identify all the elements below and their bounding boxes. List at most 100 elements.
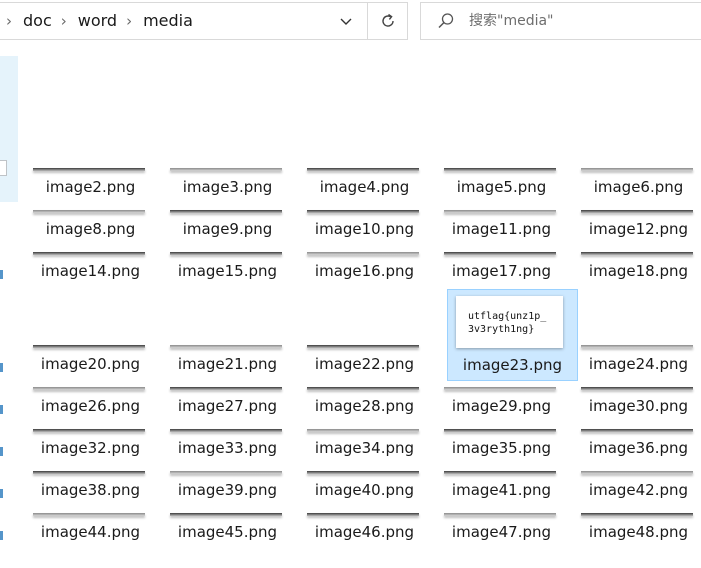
search-input[interactable]	[469, 3, 699, 39]
file-name: image26.png	[40, 397, 141, 415]
file-thumbnail	[444, 210, 556, 213]
file-item[interactable]: image33.png	[162, 425, 293, 465]
file-item[interactable]: image45.png	[162, 509, 293, 549]
file-name: image10.png	[314, 220, 415, 238]
file-name: image44.png	[40, 523, 141, 541]
file-item[interactable]: image21.png	[162, 289, 293, 381]
file-name: image17.png	[451, 262, 552, 280]
file-thumbnail	[33, 252, 145, 255]
file-item-partial[interactable]	[0, 489, 3, 498]
file-item[interactable]: image32.png	[25, 425, 156, 465]
file-item[interactable]: image16.png	[299, 248, 430, 288]
file-item[interactable]: image20.png	[25, 289, 156, 381]
file-list[interactable]: image2.png image3.png image4.png image5.png…	[0, 44, 701, 568]
file-item[interactable]: utflag{unz1p_ 3v3ryth1ng} image23.png	[447, 289, 578, 381]
file-name: image20.png	[40, 355, 141, 373]
file-thumbnail	[307, 513, 419, 516]
file-item[interactable]: image10.png	[299, 206, 430, 246]
file-item[interactable]: image44.png	[25, 509, 156, 549]
file-name: image24.png	[588, 355, 689, 373]
file-item[interactable]: image5.png	[436, 164, 567, 204]
file-item[interactable]: image48.png	[573, 509, 701, 549]
file-thumbnail	[33, 429, 145, 432]
file-name: image32.png	[40, 439, 141, 457]
file-thumbnail	[444, 429, 556, 432]
file-name: image45.png	[177, 523, 278, 541]
file-thumbnail	[307, 168, 419, 171]
file-name: image28.png	[314, 397, 415, 415]
file-thumbnail	[33, 387, 145, 390]
file-item[interactable]: image26.png	[25, 383, 156, 423]
file-item[interactable]: image35.png	[436, 425, 567, 465]
file-thumbnail	[170, 252, 282, 255]
file-item[interactable]: image27.png	[162, 383, 293, 423]
file-item[interactable]: image38.png	[25, 467, 156, 507]
file-item[interactable]: image15.png	[162, 248, 293, 288]
file-thumbnail	[307, 471, 419, 474]
file-item[interactable]: image11.png	[436, 206, 567, 246]
file-item[interactable]: image4.png	[299, 164, 430, 204]
file-thumbnail	[170, 168, 282, 171]
refresh-button[interactable]	[367, 3, 407, 39]
file-thumbnail	[444, 168, 556, 171]
file-item-partial[interactable]	[0, 531, 3, 540]
breadcrumb-item-word[interactable]: word	[76, 3, 119, 39]
file-name: image6.png	[593, 178, 684, 196]
chevron-right-icon[interactable]: ›	[119, 3, 141, 39]
file-item[interactable]: image8.png	[25, 206, 156, 246]
file-item[interactable]: image41.png	[436, 467, 567, 507]
chevron-right-icon: ›	[6, 12, 12, 30]
file-name: image30.png	[588, 397, 689, 415]
file-name: image42.png	[588, 481, 689, 499]
file-item[interactable]: image34.png	[299, 425, 430, 465]
file-item-partial[interactable]	[0, 405, 3, 414]
file-item-partial[interactable]	[0, 270, 3, 279]
file-thumbnail	[444, 252, 556, 255]
file-item[interactable]: image42.png	[573, 467, 701, 507]
file-item[interactable]: image47.png	[436, 509, 567, 549]
file-item[interactable]: image14.png	[25, 248, 156, 288]
file-item[interactable]: image12.png	[573, 206, 701, 246]
file-name: image29.png	[451, 397, 552, 415]
file-item[interactable]: image2.png	[25, 164, 156, 204]
file-item[interactable]: image24.png	[573, 289, 701, 381]
file-item[interactable]: image36.png	[573, 425, 701, 465]
file-item[interactable]: image6.png	[573, 164, 701, 204]
file-item[interactable]: image39.png	[162, 467, 293, 507]
file-name: image18.png	[588, 262, 689, 280]
file-thumbnail	[581, 210, 693, 213]
address-bar[interactable]: › doc › word › media	[0, 2, 408, 40]
file-item-partial[interactable]	[0, 363, 3, 372]
chevron-right-icon[interactable]: ›	[54, 3, 76, 39]
breadcrumb-item-doc[interactable]: doc	[21, 3, 54, 39]
file-item[interactable]: image9.png	[162, 206, 293, 246]
file-name: image15.png	[177, 262, 278, 280]
file-name: image12.png	[588, 220, 689, 238]
file-thumbnail	[170, 387, 282, 390]
file-item[interactable]: image18.png	[573, 248, 701, 288]
file-item[interactable]: image22.png	[299, 289, 430, 381]
file-item[interactable]: image3.png	[162, 164, 293, 204]
file-item[interactable]: image46.png	[299, 509, 430, 549]
file-thumbnail	[581, 471, 693, 474]
file-item[interactable]: image28.png	[299, 383, 430, 423]
file-thumbnail: utflag{unz1p_ 3v3ryth1ng}	[456, 296, 563, 348]
file-name: image48.png	[588, 523, 689, 541]
file-thumbnail	[170, 471, 282, 474]
file-item-partial[interactable]	[0, 447, 3, 456]
breadcrumb: › doc › word › media	[0, 3, 195, 39]
selected-tile-partial[interactable]	[0, 56, 18, 202]
file-item[interactable]: image40.png	[299, 467, 430, 507]
file-item[interactable]: image17.png	[436, 248, 567, 288]
file-name: image4.png	[319, 178, 410, 196]
file-thumbnail	[170, 345, 282, 348]
file-item[interactable]: image30.png	[573, 383, 701, 423]
search-box[interactable]	[420, 2, 701, 40]
breadcrumb-item-media[interactable]: media	[141, 3, 195, 39]
file-name: image11.png	[451, 220, 552, 238]
file-name: image47.png	[451, 523, 552, 541]
address-history-dropdown[interactable]	[335, 11, 357, 33]
chevron-down-icon	[340, 18, 352, 25]
file-thumbnail	[307, 252, 419, 255]
file-item[interactable]: image29.png	[436, 383, 567, 423]
